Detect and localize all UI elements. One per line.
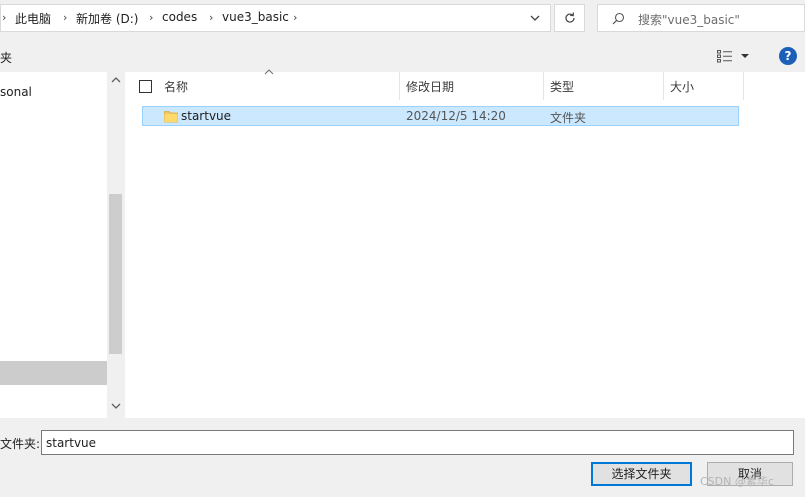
toolbar: 夹 <box>0 42 805 72</box>
column-divider[interactable] <box>543 72 544 100</box>
file-modified-date: 2024/12/5 14:20 <box>406 109 506 123</box>
column-header-name[interactable]: 名称 <box>164 78 188 95</box>
refresh-icon <box>565 12 575 23</box>
file-list[interactable]: 名称 修改日期 类型 大小 startvue 2024/12/5 14:20 文… <box>125 69 805 418</box>
chevron-down-icon[interactable] <box>739 50 751 62</box>
refresh-button[interactable] <box>554 4 585 32</box>
chevron-right-icon[interactable]: › <box>209 11 213 24</box>
column-header-size[interactable]: 大小 <box>670 78 694 95</box>
scrollbar-thumb[interactable] <box>109 194 122 354</box>
nav-item-personal[interactable]: sonal <box>0 85 32 99</box>
navigation-pane[interactable]: sonal <box>0 72 124 418</box>
select-all-checkbox[interactable] <box>139 80 152 93</box>
chevron-down-icon[interactable] <box>528 11 542 25</box>
chevron-right-icon[interactable]: › <box>63 11 67 24</box>
nav-scrollbar[interactable] <box>107 72 124 418</box>
address-bar[interactable]: › 此电脑 › 新加卷 (D:) › codes › vue3_basic › <box>0 4 551 32</box>
file-name[interactable]: startvue <box>181 109 231 123</box>
column-divider[interactable] <box>743 72 744 100</box>
sort-ascending-icon <box>264 69 274 75</box>
breadcrumb-codes[interactable]: codes <box>162 10 197 24</box>
scroll-up-icon[interactable] <box>111 76 121 84</box>
folder-icon <box>164 111 178 123</box>
breadcrumb-drive-d[interactable]: 新加卷 (D:) <box>76 10 138 27</box>
file-type: 文件夹 <box>550 111 587 125</box>
column-header-modified[interactable]: 修改日期 <box>406 78 454 95</box>
view-options-icon[interactable] <box>717 50 733 63</box>
column-header-type[interactable]: 类型 <box>550 78 574 95</box>
folder-name-field[interactable] <box>41 430 794 455</box>
column-divider[interactable] <box>399 72 400 100</box>
new-folder-button[interactable]: 夹 <box>0 49 12 66</box>
nav-item-selected[interactable] <box>0 361 107 385</box>
breadcrumb-vue3-basic[interactable]: vue3_basic <box>222 10 289 24</box>
chevron-right-icon[interactable]: › <box>293 11 297 24</box>
table-row[interactable]: startvue 2024/12/5 14:20 文件夹 <box>142 106 739 126</box>
filename-label: 文件夹: <box>0 437 41 451</box>
breadcrumb-this-pc[interactable]: 此电脑 <box>15 10 51 27</box>
select-folder-button[interactable]: 选择文件夹 <box>591 462 692 486</box>
search-placeholder: 搜索"vue3_basic" <box>638 13 740 27</box>
watermark: CSDN @素华c <box>700 475 774 488</box>
help-icon[interactable]: ? <box>779 47 797 65</box>
column-divider[interactable] <box>663 72 664 100</box>
search-input[interactable]: 搜索"vue3_basic" <box>597 4 805 32</box>
chevron-right-icon[interactable]: › <box>2 11 6 24</box>
scroll-down-icon[interactable] <box>111 402 121 410</box>
search-icon <box>612 12 625 25</box>
chevron-right-icon[interactable]: › <box>149 11 153 24</box>
